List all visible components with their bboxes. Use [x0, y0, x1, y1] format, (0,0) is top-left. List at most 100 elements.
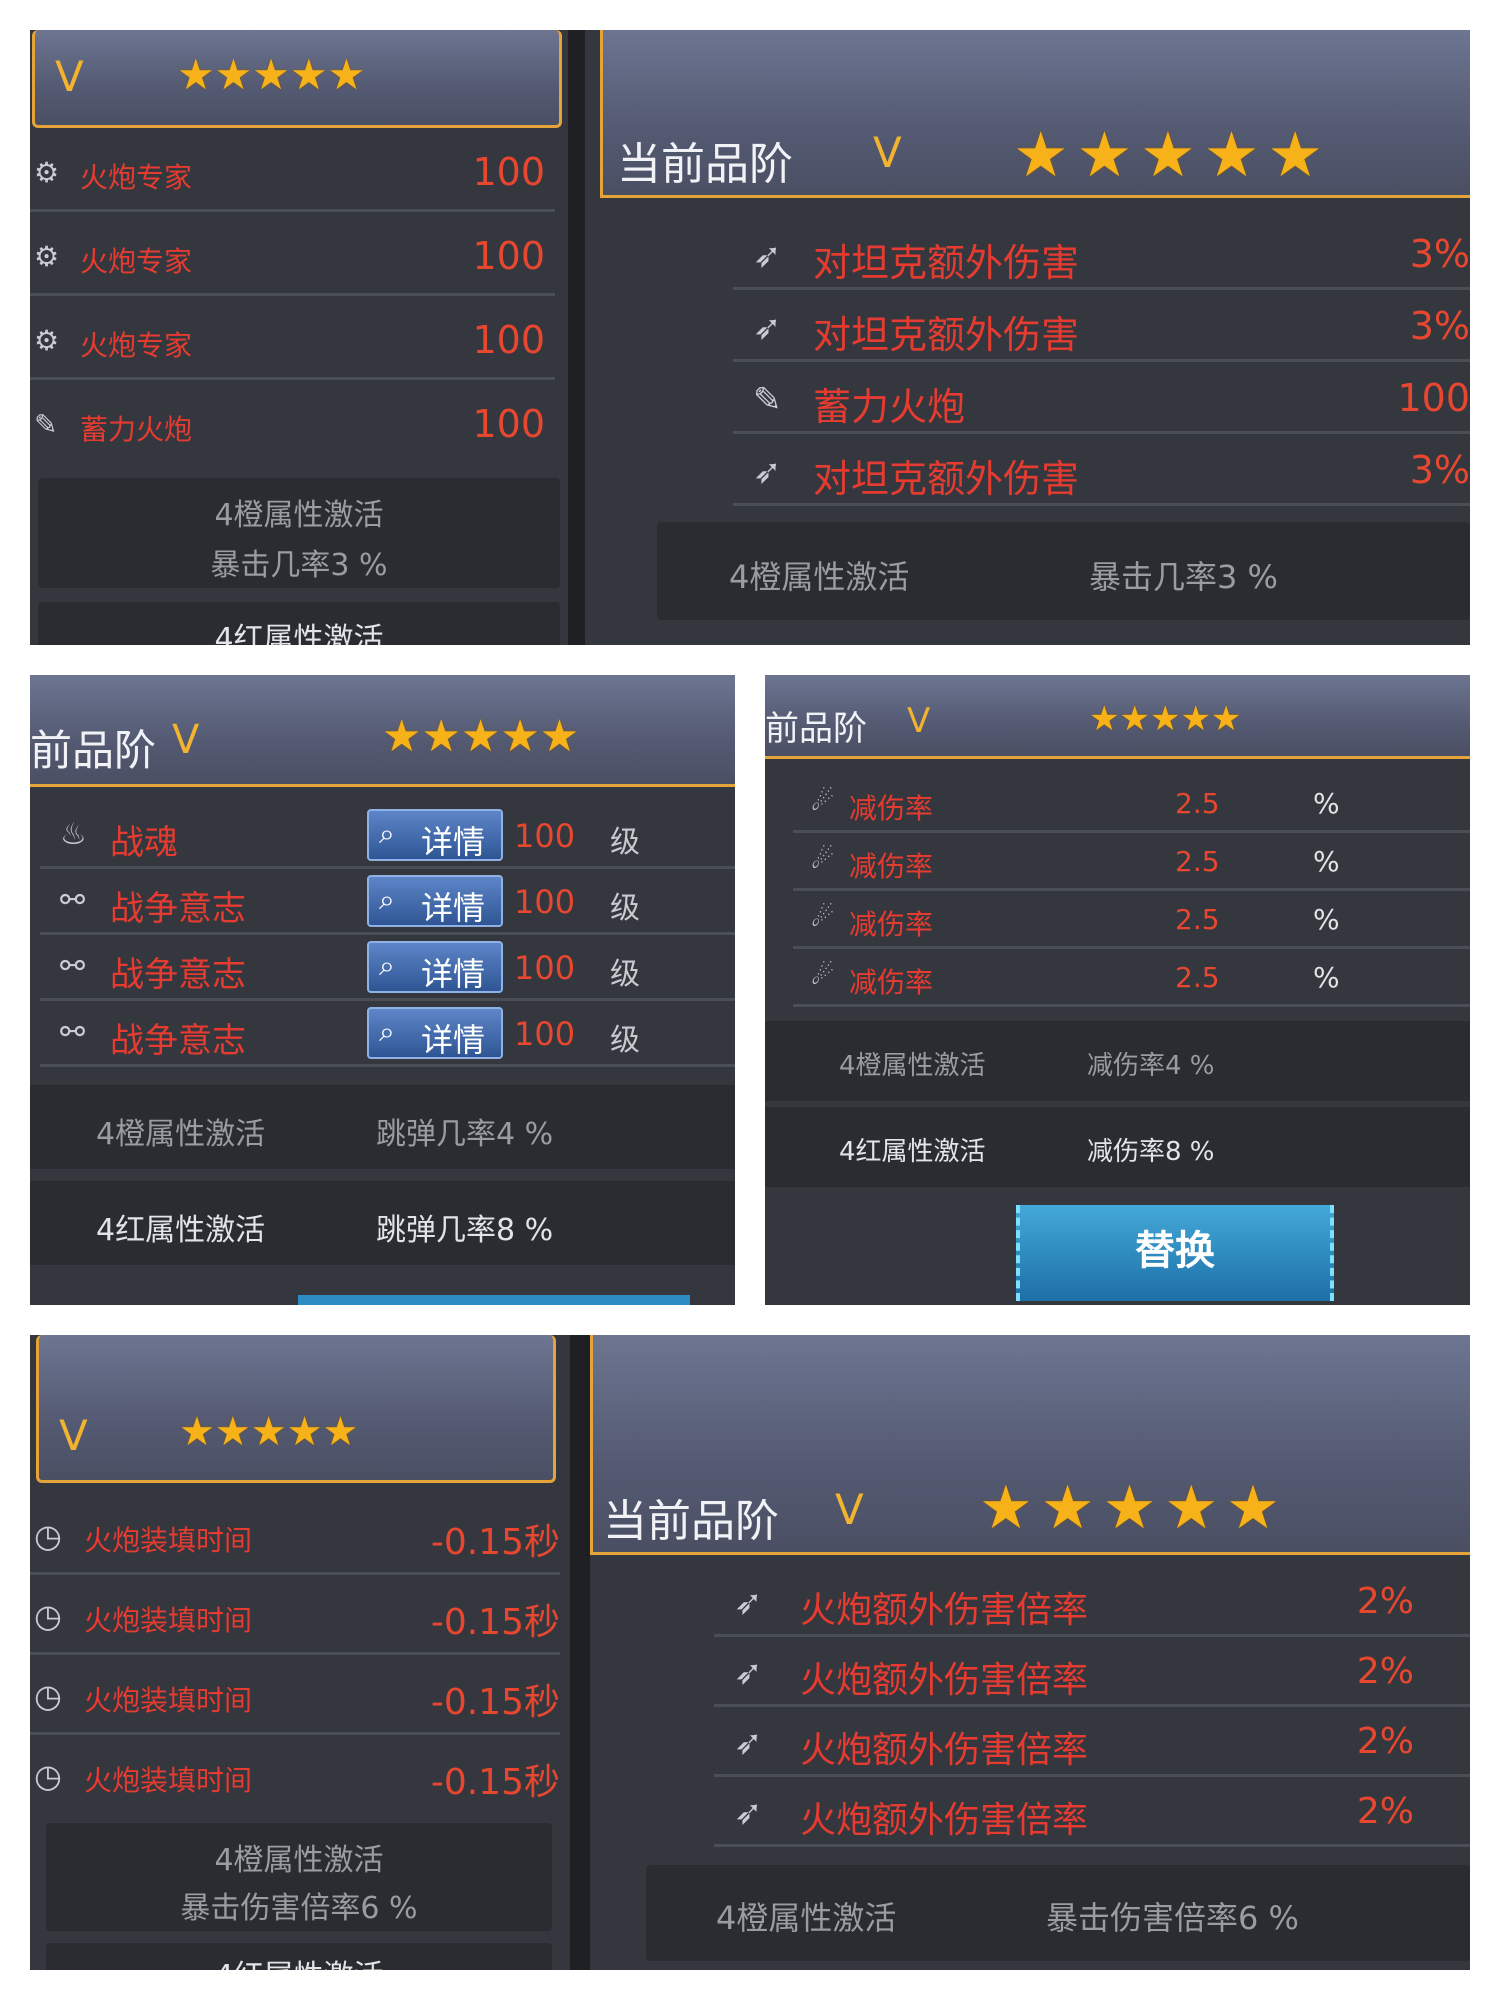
list-item: ☄ 减伤率 2.5 %	[793, 833, 1470, 891]
attribute-value: -0.15秒	[430, 1762, 560, 1803]
detail-button[interactable]: ⌕ 详情	[367, 941, 503, 993]
attribute-name: 火炮额外伤害倍率	[800, 1660, 1089, 1701]
level-unit: 级	[610, 1023, 640, 1058]
detail-button[interactable]: ⌕ 详情	[367, 809, 503, 861]
red-set-value: 跳弹几率8 %	[376, 1213, 554, 1248]
detail-button-label: 详情	[421, 1021, 486, 1059]
grade-header: V ★★★★★	[36, 1335, 556, 1483]
attribute-value: -0.15秒	[430, 1602, 560, 1643]
red-set-title: 4红属性激活	[214, 622, 384, 645]
list-item: ➶ 火炮额外伤害倍率 2%	[714, 1777, 1470, 1847]
attribute-value: 100	[472, 318, 545, 362]
list-item: ➶ 火炮额外伤害倍率 2%	[714, 1567, 1470, 1637]
attribute-name: 减伤率	[849, 908, 934, 941]
attribute-value: 2.5	[1175, 961, 1220, 994]
detail-button[interactable]: ⌕ 详情	[367, 1007, 503, 1059]
attribute-name: 火炮额外伤害倍率	[800, 1590, 1089, 1631]
attribute-value: 100	[472, 150, 545, 194]
replace-button-edge[interactable]	[298, 1295, 690, 1305]
anti-tank-damage-icon: ➶	[753, 236, 782, 276]
list-item: ➶ 对坦克额外伤害 3%	[733, 434, 1470, 506]
list-item: ⚙ 火炮专家 100	[30, 212, 555, 296]
detail-button-label: 详情	[421, 823, 486, 861]
grade-stars: ★★★★★	[1013, 118, 1331, 191]
grade-header: 前品阶 V ★★★★★	[30, 675, 735, 787]
red-set-bonus: 4红属性激活	[46, 1943, 552, 1970]
attribute-name: 火炮额外伤害倍率	[800, 1730, 1089, 1771]
list-item: ⚯ 战争意志 ⌕ 详情 100 级	[40, 1001, 735, 1067]
red-set-title: 4红属性激活	[46, 1951, 552, 1970]
list-item: ➶ 火炮额外伤害倍率 2%	[714, 1637, 1470, 1707]
grade-stars: ★★★★★	[179, 1409, 359, 1455]
attribute-value: 2.5	[1175, 845, 1220, 878]
attribute-name: 蓄力火炮	[80, 413, 193, 446]
attribute-name: 减伤率	[849, 850, 934, 883]
grade-stars: ★★★★★	[1089, 699, 1242, 739]
list-item: ◷ 火炮装填时间 -0.15秒	[30, 1735, 560, 1815]
search-icon: ⌕	[379, 883, 395, 916]
attribute-value: 100	[514, 949, 576, 987]
detail-button[interactable]: ⌕ 详情	[367, 875, 503, 927]
list-item: ☄ 减伤率 2.5 %	[793, 949, 1470, 1007]
grade-symbol: V	[873, 128, 902, 177]
attribute-name: 战魂	[110, 823, 178, 863]
orange-set-bonus: 4橙属性激活 暴击几率3 %	[657, 522, 1470, 620]
list-item: ◷ 火炮装填时间 -0.15秒	[30, 1495, 560, 1575]
list-item: ✎ 蓄力火炮 100	[30, 380, 555, 464]
grade-symbol: V	[835, 1485, 864, 1534]
grade-header: 当前品阶 V ★★★★★	[590, 1335, 1470, 1555]
orange-set-bonus: 4橙属性激活 减伤率4 %	[765, 1021, 1470, 1101]
attribute-name: 火炮专家	[80, 245, 193, 278]
cannon-expert-icon: ⚙	[34, 240, 60, 273]
attribute-name: 对坦克额外伤害	[813, 241, 1080, 285]
reload-time-icon: ◷	[34, 1677, 62, 1715]
cannon-damage-icon: ➶	[734, 1653, 763, 1693]
charged-cannon-icon: ✎	[753, 380, 782, 420]
list-item: ◷ 火炮装填时间 -0.15秒	[30, 1655, 560, 1735]
percent-unit: %	[1313, 903, 1340, 936]
replace-button[interactable]: 替换	[1016, 1205, 1334, 1301]
attribute-value: 2%	[1356, 1791, 1414, 1832]
attribute-name: 火炮装填时间	[84, 1524, 253, 1557]
grade-header: V ★★★★★	[32, 30, 562, 128]
attribute-name: 火炮装填时间	[84, 1684, 253, 1717]
damage-reduction-icon: ☄	[811, 845, 835, 875]
grade-symbol: V	[55, 52, 84, 101]
red-set-value: 减伤率8 %	[1087, 1137, 1215, 1167]
equipment-panel-cannon-damage: 当前品阶 V ★★★★★ ➶ 火炮额外伤害倍率 2% ➶ 火炮额外伤害倍率 2%…	[590, 1335, 1470, 1970]
orange-set-title: 4橙属性激活	[839, 1051, 986, 1081]
percent-unit: %	[1313, 787, 1340, 820]
orange-set-bonus: 4橙属性激活 暴击伤害倍率6 %	[646, 1865, 1470, 1961]
orange-set-title: 4橙属性激活	[214, 1843, 384, 1878]
attribute-value: 2%	[1356, 1721, 1414, 1762]
cannon-expert-icon: ⚙	[34, 324, 60, 357]
grade-symbol: V	[59, 1411, 88, 1460]
list-item: ➶ 火炮额外伤害倍率 2%	[714, 1707, 1470, 1777]
attribute-value: 100	[514, 817, 576, 855]
search-icon: ⌕	[379, 1015, 395, 1048]
attribute-value: 3%	[1409, 232, 1470, 276]
attribute-name: 火炮专家	[80, 329, 193, 362]
anti-tank-damage-icon: ➶	[753, 452, 782, 492]
attribute-name: 火炮装填时间	[84, 1604, 253, 1637]
list-item: ➶ 对坦克额外伤害 3%	[733, 290, 1470, 362]
red-set-bonus: 4红属性激活 跳弹几率8 %	[30, 1181, 735, 1265]
cannon-damage-icon: ➶	[734, 1723, 763, 1763]
orange-set-value: 减伤率4 %	[1087, 1051, 1215, 1081]
attribute-value: 2%	[1356, 1581, 1414, 1622]
war-will-icon: ⚯	[60, 1015, 86, 1050]
war-soul-icon: ♨	[60, 817, 87, 852]
level-unit: 级	[610, 891, 640, 926]
war-will-icon: ⚯	[60, 949, 86, 984]
war-will-icon: ⚯	[60, 883, 86, 918]
list-item: ⚙ 火炮专家 100	[30, 128, 555, 212]
equipment-panel-anti-tank: 当前品阶 V ★★★★★ ➶ 对坦克额外伤害 3% ➶ 对坦克额外伤害 3% ✎…	[585, 30, 1470, 645]
attribute-value: -0.15秒	[430, 1682, 560, 1723]
orange-set-value: 暴击伤害倍率6 %	[180, 1891, 418, 1926]
red-set-bonus: 4红属性激活	[38, 602, 560, 645]
level-unit: 级	[610, 825, 640, 860]
attribute-name: 火炮装填时间	[84, 1764, 253, 1797]
search-icon: ⌕	[379, 949, 395, 982]
attribute-name: 火炮额外伤害倍率	[800, 1800, 1089, 1841]
attribute-name: 战争意志	[110, 1021, 246, 1061]
